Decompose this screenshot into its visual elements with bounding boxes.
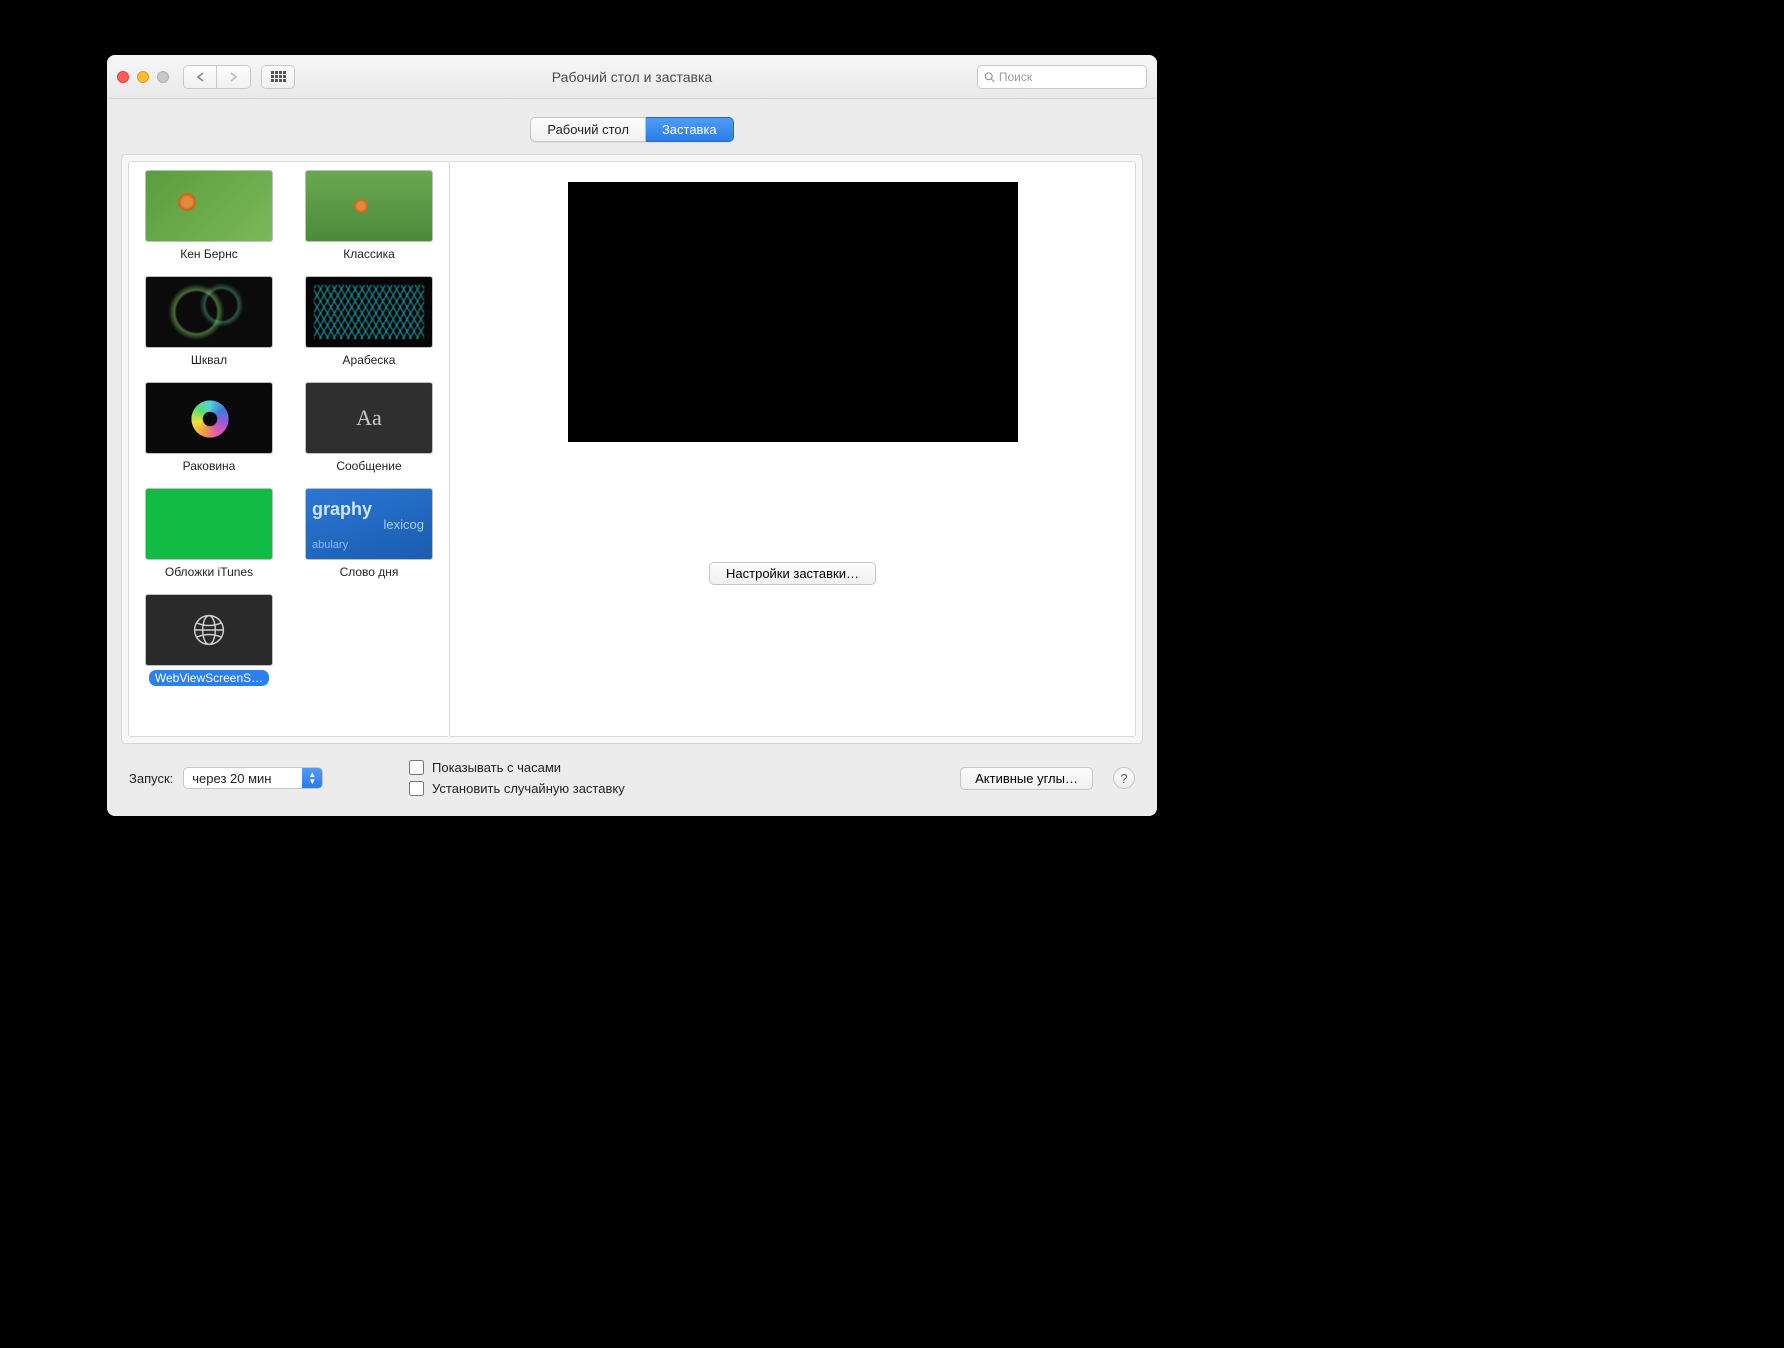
back-button[interactable]: [183, 65, 217, 89]
globe-icon: [191, 612, 227, 648]
thumb-label: Раковина: [177, 458, 242, 474]
thumb-preview: [145, 594, 273, 666]
screensaver-preview: [568, 182, 1018, 442]
forward-button[interactable]: [217, 65, 251, 89]
thumb-label: Сообщение: [330, 458, 407, 474]
checkbox-label: Установить случайную заставку: [432, 781, 625, 796]
minimize-icon[interactable]: [137, 71, 149, 83]
thumb-label: Обложки iTunes: [159, 564, 259, 580]
show-all-button[interactable]: [261, 65, 295, 89]
search-icon: [984, 71, 995, 83]
thumb-preview: graphy lexicog abulary: [305, 488, 433, 560]
thumb-label: Кен Бернс: [174, 246, 243, 262]
checkbox-label: Показывать с часами: [432, 760, 561, 775]
thumb-preview: [145, 488, 273, 560]
search-input[interactable]: [999, 70, 1140, 84]
close-icon[interactable]: [117, 71, 129, 83]
grid-icon: [271, 71, 286, 82]
checkbox-input[interactable]: [409, 760, 424, 775]
hot-corners-button[interactable]: Активные углы…: [960, 767, 1093, 790]
screensaver-word-of-day[interactable]: graphy lexicog abulary Слово дня: [299, 488, 439, 580]
screensaver-webview[interactable]: WebViewScreenS…: [139, 594, 279, 686]
pref-window: Рабочий стол и заставка Рабочий стол Зас…: [107, 55, 1157, 816]
screensaver-arabesque[interactable]: Арабеска: [299, 276, 439, 368]
launch-label: Запуск:: [129, 771, 173, 786]
thumb-label: Шквал: [185, 352, 233, 368]
preview-panel: Настройки заставки…: [450, 161, 1136, 737]
screensaver-classic[interactable]: Классика: [299, 170, 439, 262]
thumb-preview: [145, 170, 273, 242]
screensaver-list[interactable]: Кен Бернс Классика Шквал Арабеска Ракови: [128, 161, 450, 737]
help-button[interactable]: ?: [1113, 767, 1135, 789]
screensaver-options-button[interactable]: Настройки заставки…: [709, 562, 876, 585]
tab-bar: Рабочий стол Заставка: [107, 99, 1157, 154]
launch-delay-select[interactable]: через 20 мин ▲▼: [183, 767, 323, 789]
screensaver-flurry[interactable]: Шквал: [139, 276, 279, 368]
random-checkbox[interactable]: Установить случайную заставку: [409, 781, 940, 796]
thumb-preview: [305, 276, 433, 348]
traffic-lights: [117, 71, 169, 83]
msg-text: Aa: [356, 405, 382, 431]
search-field[interactable]: [977, 65, 1147, 89]
stepper-arrows-icon: ▲▼: [302, 768, 322, 788]
thumb-preview: Aa: [305, 382, 433, 454]
content-area: Кен Бернс Классика Шквал Арабеска Ракови: [121, 154, 1143, 744]
thumb-label: Арабеска: [337, 352, 402, 368]
footer: Запуск: через 20 мин ▲▼ Показывать с час…: [107, 754, 1157, 816]
screensaver-shell[interactable]: Раковина: [139, 382, 279, 474]
show-clock-checkbox[interactable]: Показывать с часами: [409, 760, 940, 775]
screensaver-message[interactable]: Aa Сообщение: [299, 382, 439, 474]
word3: abulary: [312, 539, 348, 551]
checkbox-group: Показывать с часами Установить случайную…: [409, 760, 940, 796]
chevron-right-icon: [229, 72, 238, 82]
thumb-preview: [305, 170, 433, 242]
zoom-icon: [157, 71, 169, 83]
titlebar: Рабочий стол и заставка: [107, 55, 1157, 99]
tab-desktop[interactable]: Рабочий стол: [530, 117, 646, 142]
thumb-label: Слово дня: [334, 564, 405, 580]
launch-row: Запуск: через 20 мин ▲▼: [129, 767, 389, 789]
thumb-grid: Кен Бернс Классика Шквал Арабеска Ракови: [139, 170, 439, 686]
word2: lexicog: [384, 517, 424, 532]
select-value: через 20 мин: [192, 771, 271, 786]
thumb-label: Классика: [337, 246, 401, 262]
thumb-preview: [145, 276, 273, 348]
word1: graphy: [312, 499, 372, 520]
thumb-label: WebViewScreenS…: [149, 670, 269, 686]
tab-screensaver[interactable]: Заставка: [646, 117, 734, 142]
thumb-preview: [145, 382, 273, 454]
segmented-control: Рабочий стол Заставка: [530, 117, 733, 142]
checkbox-input[interactable]: [409, 781, 424, 796]
nav-buttons: [183, 65, 251, 89]
chevron-left-icon: [196, 72, 205, 82]
screensaver-ken-burns[interactable]: Кен Бернс: [139, 170, 279, 262]
screensaver-itunes[interactable]: Обложки iTunes: [139, 488, 279, 580]
